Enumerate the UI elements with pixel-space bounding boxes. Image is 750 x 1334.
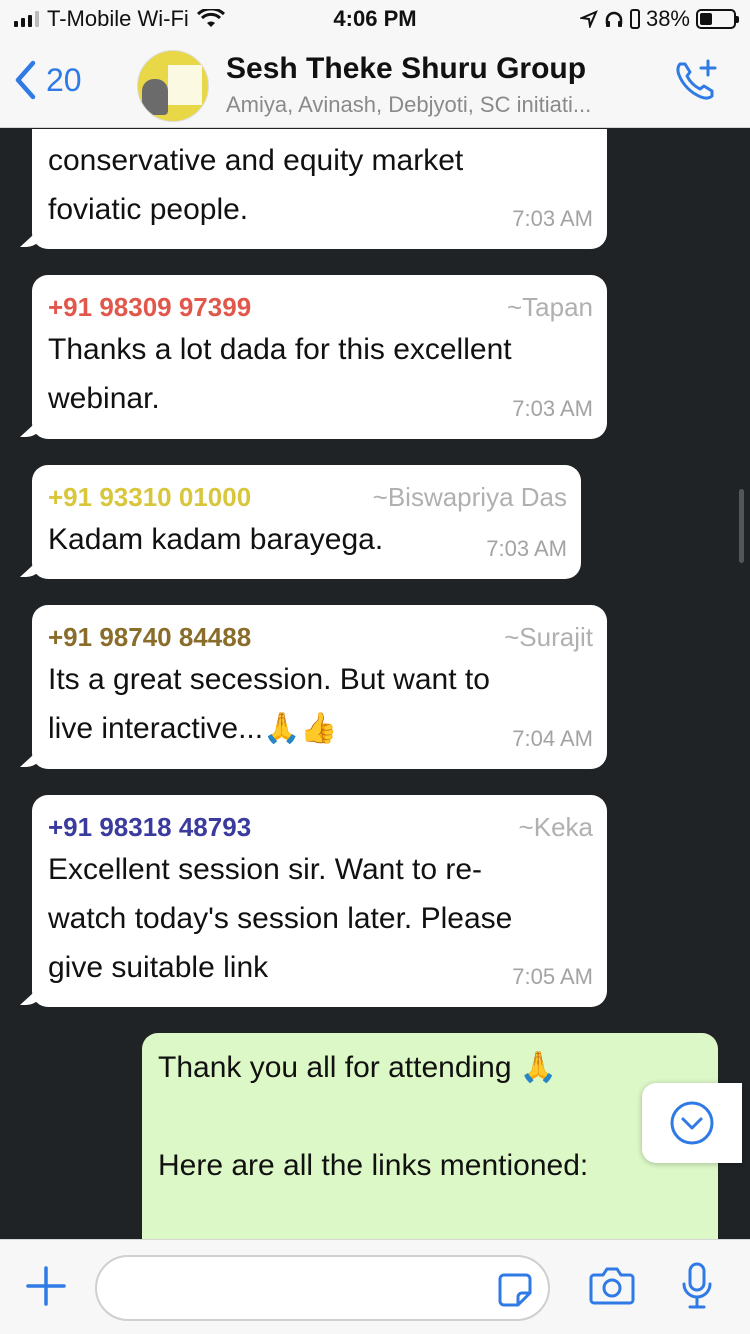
- status-bar: T-Mobile Wi-Fi 4:06 PM 38%: [0, 0, 750, 40]
- battery-percent: 38%: [645, 6, 690, 31]
- unread-count: 20: [46, 61, 82, 98]
- outgoing-message-bubble[interactable]: Thank you all for attending 🙏 Here are a…: [142, 1033, 718, 1239]
- group-avatar[interactable]: [137, 50, 209, 122]
- scrollbar[interactable]: [739, 489, 744, 563]
- chevron-left-icon: [15, 60, 36, 100]
- sender-alias: ~Keka: [518, 812, 593, 842]
- composer-bar: [0, 1239, 750, 1334]
- headphones-icon: [605, 11, 623, 27]
- camera-icon[interactable]: [589, 1265, 635, 1305]
- message-text: Thank you all for attending 🙏 Here are a…: [158, 1051, 589, 1182]
- battery-icon: [696, 9, 739, 29]
- sender-alias: ~Tapan: [506, 292, 593, 322]
- message-time: 7:05 AM: [512, 964, 593, 989]
- message-bubble[interactable]: conservative and equity market foviatic …: [32, 129, 607, 249]
- message-time: 7:03 AM: [512, 206, 593, 231]
- chat-header: 20 Sesh Theke Shuru Group Amiya, Avinash…: [0, 40, 750, 128]
- back-button[interactable]: 20: [14, 60, 82, 100]
- message-bubble[interactable]: +91 98318 48793 ~Keka Excellent session …: [32, 795, 607, 1007]
- scroll-down-icon: [670, 1101, 714, 1145]
- scroll-to-bottom-button[interactable]: [642, 1083, 742, 1163]
- message-text: Kadam kadam barayega.: [48, 523, 384, 556]
- message-text: Thanks a lot dada for this excellent web…: [48, 333, 512, 415]
- message-text: conservative and equity market foviatic …: [48, 144, 464, 226]
- sender-alias: ~Surajit: [504, 622, 593, 652]
- message-text: Its a great secession. But want to live …: [48, 663, 490, 745]
- message-bubble[interactable]: +91 98740 84488 ~Surajit Its a great sec…: [32, 605, 607, 769]
- message-time: 7:04 AM: [512, 726, 593, 751]
- orientation-lock-icon: [629, 9, 640, 29]
- sender-alias: ~Biswapriya Das: [372, 482, 567, 512]
- sticker-icon[interactable]: [496, 1271, 534, 1309]
- message-time: 7:03 AM: [486, 536, 567, 561]
- message-text: Excellent session sir. Want to re- watch…: [48, 853, 513, 984]
- message-input[interactable]: [95, 1255, 550, 1321]
- location-arrow-icon: [579, 10, 598, 28]
- group-members[interactable]: Amiya, Avinash, Debjyoti, SC initiati...: [226, 92, 646, 118]
- message-bubble[interactable]: +91 98309 97399 ~Tapan Thanks a lot dada…: [32, 275, 607, 439]
- add-call-icon[interactable]: [672, 58, 718, 104]
- plus-icon[interactable]: [24, 1264, 68, 1308]
- message-bubble[interactable]: +91 93310 01000 ~Biswapriya Das Kadam ka…: [32, 465, 581, 579]
- group-title[interactable]: Sesh Theke Shuru Group: [226, 52, 586, 86]
- message-list[interactable]: conservative and equity market foviatic …: [0, 129, 750, 1239]
- microphone-icon[interactable]: [680, 1262, 714, 1310]
- message-time: 7:03 AM: [512, 396, 593, 421]
- status-right: 38%: [579, 6, 739, 32]
